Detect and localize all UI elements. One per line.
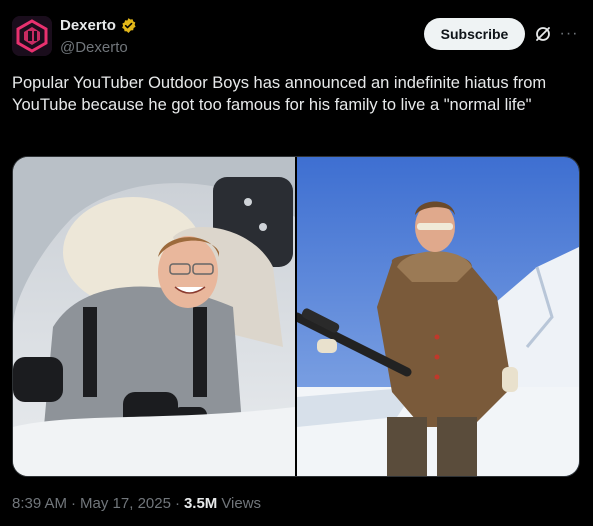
snow-cave-photo: [13, 157, 295, 476]
grok-icon[interactable]: [533, 24, 553, 44]
views-label: Views: [221, 495, 262, 512]
post: Dexerto @Dexerto Subscribe ··· Popular Y…: [0, 0, 593, 526]
more-icon[interactable]: ···: [559, 24, 579, 44]
author-handle[interactable]: @Dexerto: [60, 39, 128, 56]
meta-separator-2: ·: [174, 495, 180, 512]
avatar[interactable]: [12, 16, 52, 56]
post-meta: 8:39 AM · May 17, 2025 · 3.5M Views: [12, 495, 261, 512]
meta-separator: ·: [71, 495, 77, 512]
post-time[interactable]: 8:39 AM: [12, 495, 67, 512]
arctic-fur-coat-photo: [297, 157, 579, 476]
views-count: 3.5M: [183, 495, 218, 512]
verified-badge-icon: [121, 18, 136, 33]
media-grid: [12, 156, 580, 477]
tweet-text: Popular YouTuber Outdoor Boys has announ…: [12, 74, 547, 114]
post-date[interactable]: May 17, 2025: [80, 495, 171, 512]
subscribe-button[interactable]: Subscribe: [424, 18, 525, 50]
author-name-row[interactable]: Dexerto: [60, 17, 137, 34]
display-name[interactable]: Dexerto: [60, 17, 116, 34]
dexerto-logo: [12, 16, 52, 56]
media-photo-1[interactable]: [13, 157, 295, 476]
media-photo-2[interactable]: [297, 157, 579, 476]
